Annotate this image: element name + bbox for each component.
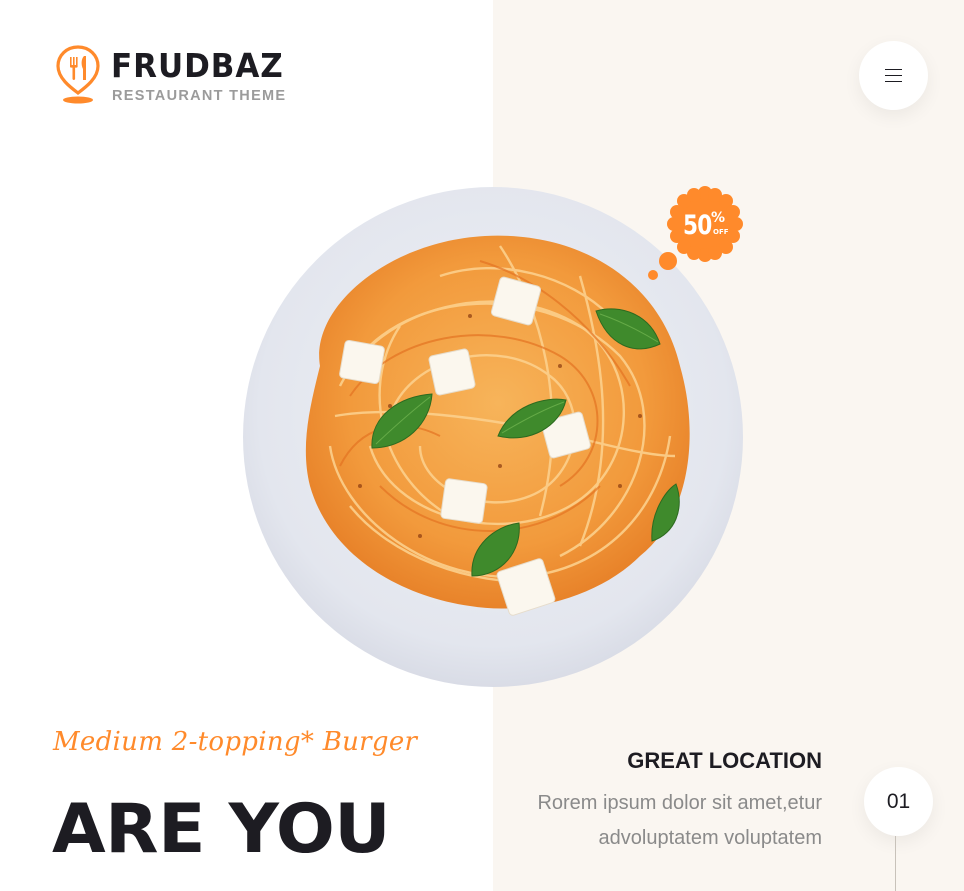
discount-value: 50 xyxy=(683,210,712,241)
feature-description: Rorem ipsum dolor sit amet,etur advolupt… xyxy=(537,792,822,849)
logo[interactable]: FRUDBAZ RESTAURANT THEME xyxy=(56,45,296,107)
hamburger-menu-icon xyxy=(885,69,902,83)
discount-badge: 50 % OFF xyxy=(683,209,729,245)
hero-headline: ARE YOU xyxy=(52,790,391,869)
discount-percent-sign: % xyxy=(711,210,726,226)
step-connector-line xyxy=(895,836,896,891)
discount-off-label: OFF xyxy=(713,228,729,236)
feature-title: GREAT LOCATION xyxy=(627,748,822,773)
brand-tagline: RESTAURANT THEME xyxy=(112,88,287,104)
location-pin-cutlery-icon xyxy=(56,45,100,104)
menu-button[interactable] xyxy=(859,41,928,110)
step-number-badge[interactable]: 01 xyxy=(864,767,933,836)
hero-subtitle: Medium 2-topping* Burger xyxy=(53,727,418,757)
brand-name: FRUDBAZ xyxy=(111,46,284,85)
